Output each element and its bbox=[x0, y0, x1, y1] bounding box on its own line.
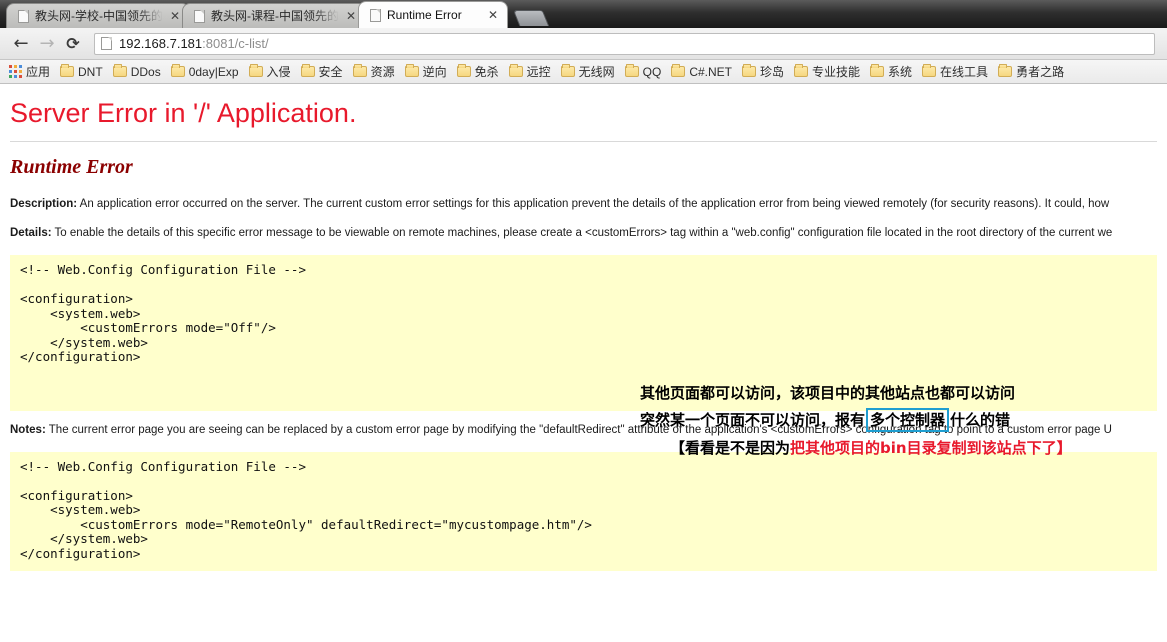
bookmark-zhendao[interactable]: 珍岛 bbox=[737, 62, 789, 82]
folder-icon bbox=[352, 64, 367, 77]
url-host: 192.168.7.181 bbox=[119, 36, 203, 51]
annotation-line-3-red: 把其他项目的bin目录复制到该站点下了】 bbox=[790, 439, 1072, 457]
annotation-line-3: 【看看是不是因为把其他项目的bin目录复制到该站点下了】 bbox=[640, 435, 1072, 462]
error-page-content: Server Error in '/' Application. Runtime… bbox=[0, 84, 1167, 642]
bookmark-label: 珍岛 bbox=[760, 65, 785, 79]
new-tab-button[interactable] bbox=[512, 10, 550, 26]
address-bar[interactable]: 192.168.7.181:8081/c-list/ bbox=[94, 32, 1155, 55]
browser-tab-2[interactable]: 教头网-课程-中国领先的 ✕ bbox=[182, 3, 366, 28]
bookmark-wireless[interactable]: 无线网 bbox=[556, 62, 620, 82]
reload-icon[interactable]: ⟳ bbox=[60, 31, 86, 57]
bookmarks-bar: 应用 DNT DDos 0day|Exp 入侵 安全 资源 逆向 免杀 远控 无… bbox=[0, 60, 1167, 84]
annotation-line-2: 突然某一个页面不可以访问，报有 多个控制器 什么的错 bbox=[640, 407, 1072, 434]
bookmark-label: 无线网 bbox=[578, 65, 615, 79]
bookmark-label: 免杀 bbox=[474, 65, 499, 79]
annotation-line-2-before: 突然某一个页面不可以访问，报有 bbox=[640, 411, 866, 429]
bookmark-label: 专业技能 bbox=[812, 65, 861, 79]
page-favicon-icon bbox=[193, 9, 205, 23]
bookmark-resources[interactable]: 资源 bbox=[348, 62, 400, 82]
page-favicon-icon bbox=[17, 9, 29, 23]
tab-title: 教头网-学校-中国领先的 bbox=[35, 8, 163, 23]
navigation-toolbar: ← → ⟳ 192.168.7.181:8081/c-list/ bbox=[0, 28, 1167, 60]
bookmark-label: 0day|Exp bbox=[188, 64, 239, 79]
notes-label: Notes: bbox=[10, 423, 46, 436]
folder-icon bbox=[671, 64, 686, 77]
description-paragraph: Description: An application error occurr… bbox=[10, 197, 1157, 212]
bookmark-label: 勇者之路 bbox=[1016, 65, 1065, 79]
folder-icon bbox=[404, 64, 419, 77]
folder-icon bbox=[624, 64, 639, 77]
folder-icon bbox=[112, 64, 127, 77]
browser-tab-3-active[interactable]: Runtime Error ✕ bbox=[358, 1, 508, 28]
annotation-line-1: 其他页面都可以访问，该项目中的其他站点也都可以访问 bbox=[640, 384, 1016, 402]
bookmark-0day-exp[interactable]: 0day|Exp bbox=[166, 62, 244, 82]
folder-icon bbox=[870, 64, 885, 77]
tab-strip: 教头网-学校-中国领先的 ✕ 教头网-课程-中国领先的 ✕ Runtime Er… bbox=[0, 0, 1167, 28]
code-block-customerrors-remoteonly: <!-- Web.Config Configuration File --> <… bbox=[10, 451, 1157, 571]
back-arrow-icon[interactable]: ← bbox=[8, 31, 34, 57]
bookmark-ddos[interactable]: DDos bbox=[108, 62, 166, 82]
forward-arrow-icon[interactable]: → bbox=[34, 31, 60, 57]
bookmark-apps[interactable]: 应用 bbox=[4, 62, 55, 82]
bookmark-qq[interactable]: QQ bbox=[620, 62, 667, 82]
close-tab-icon[interactable]: ✕ bbox=[485, 7, 501, 23]
page-favicon-icon bbox=[369, 8, 381, 22]
bookmark-label: 远控 bbox=[526, 65, 551, 79]
title-divider bbox=[10, 141, 1157, 142]
bookmark-label: C#.NET bbox=[689, 64, 732, 79]
browser-tab-1[interactable]: 教头网-学校-中国领先的 ✕ bbox=[6, 3, 190, 28]
page-info-icon bbox=[101, 37, 112, 50]
folder-icon bbox=[456, 64, 471, 77]
details-paragraph: Details: To enable the details of this s… bbox=[10, 226, 1157, 241]
annotation-line-3-black: 【看看是不是因为 bbox=[670, 439, 791, 457]
folder-icon bbox=[560, 64, 575, 77]
details-label: Details: bbox=[10, 227, 52, 239]
annotation-line-2-after: 什么的错 bbox=[950, 411, 1011, 429]
tab-title: Runtime Error bbox=[387, 7, 462, 22]
bookmark-label: DNT bbox=[78, 64, 103, 79]
browser-window: 教头网-学校-中国领先的 ✕ 教头网-课程-中国领先的 ✕ Runtime Er… bbox=[0, 0, 1167, 642]
folder-icon bbox=[508, 64, 523, 77]
description-text: An application error occurred on the ser… bbox=[77, 198, 1110, 210]
bookmark-label: 在线工具 bbox=[940, 65, 989, 79]
bookmark-label: 应用 bbox=[26, 65, 51, 79]
description-label: Description: bbox=[10, 198, 78, 210]
folder-icon bbox=[60, 64, 75, 77]
bookmark-brave-road[interactable]: 勇者之路 bbox=[993, 62, 1069, 82]
bookmark-intrusion[interactable]: 入侵 bbox=[244, 62, 296, 82]
page-title: Server Error in '/' Application. bbox=[10, 98, 357, 128]
bookmark-reverse[interactable]: 逆向 bbox=[400, 62, 452, 82]
bookmark-professional-skills[interactable]: 专业技能 bbox=[789, 62, 865, 82]
apps-grid-icon bbox=[9, 65, 22, 78]
folder-icon bbox=[742, 64, 756, 77]
details-text: To enable the details of this specific e… bbox=[51, 227, 1113, 239]
close-tab-icon[interactable]: ✕ bbox=[167, 8, 183, 24]
folder-icon bbox=[794, 64, 809, 77]
close-tab-icon[interactable]: ✕ bbox=[343, 8, 359, 24]
folder-icon bbox=[170, 64, 185, 77]
bookmark-csharp-net[interactable]: C#.NET bbox=[666, 62, 737, 82]
bookmark-label: 安全 bbox=[318, 65, 343, 79]
bookmark-label: DDos bbox=[130, 64, 161, 79]
bookmark-label: QQ bbox=[642, 64, 662, 79]
folder-icon bbox=[300, 64, 315, 77]
bookmark-label: 资源 bbox=[370, 65, 395, 79]
bookmark-antivirus-bypass[interactable]: 免杀 bbox=[452, 62, 504, 82]
bookmark-system[interactable]: 系统 bbox=[865, 62, 917, 82]
annotation-highlight-box: 多个控制器 bbox=[866, 408, 950, 432]
bookmark-label: 系统 bbox=[888, 65, 913, 79]
bookmark-remote-control[interactable]: 远控 bbox=[504, 62, 556, 82]
tab-title: 教头网-课程-中国领先的 bbox=[211, 8, 339, 23]
bookmark-label: 入侵 bbox=[266, 65, 291, 79]
error-type-heading: Runtime Error bbox=[10, 156, 133, 178]
annotation-overlay: 其他页面都可以访问，该项目中的其他站点也都可以访问 突然某一个页面不可以访问，报… bbox=[640, 380, 1072, 462]
bookmark-online-tools[interactable]: 在线工具 bbox=[917, 62, 993, 82]
folder-icon bbox=[922, 64, 937, 77]
folder-icon bbox=[998, 64, 1013, 77]
bookmark-dnt[interactable]: DNT bbox=[55, 62, 108, 82]
bookmark-security[interactable]: 安全 bbox=[296, 62, 348, 82]
bookmark-label: 逆向 bbox=[422, 65, 447, 79]
url-path: :8081/c-list/ bbox=[202, 36, 269, 51]
folder-icon bbox=[248, 64, 263, 77]
